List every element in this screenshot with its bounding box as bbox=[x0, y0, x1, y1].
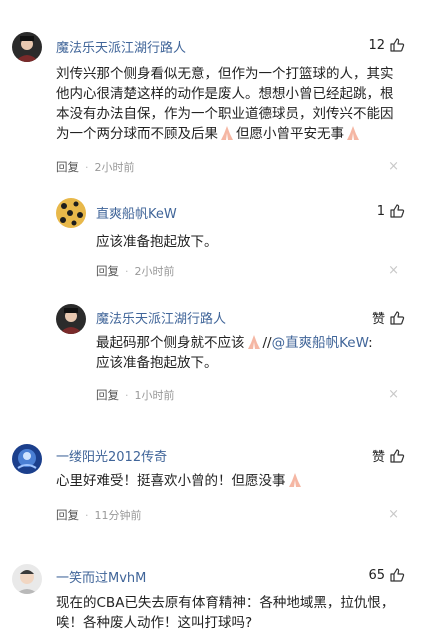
username[interactable]: 一缕阳光2012传奇 bbox=[56, 446, 167, 465]
avatar[interactable] bbox=[56, 198, 86, 228]
avatar[interactable] bbox=[12, 444, 42, 474]
like-count: 65 bbox=[368, 567, 385, 583]
like-label: 赞 bbox=[371, 312, 385, 327]
timestamp: 2小时前 bbox=[94, 161, 135, 174]
reply-button[interactable]: 回复 bbox=[96, 387, 119, 403]
pray-emoji-icon bbox=[247, 335, 260, 349]
username[interactable]: 一笑而过MvhM bbox=[56, 567, 146, 586]
reply-button[interactable]: 回复 bbox=[56, 507, 79, 523]
like-button[interactable]: 赞 bbox=[372, 308, 405, 327]
comment-meta: 回复 · 1小时前 bbox=[96, 387, 175, 403]
close-icon[interactable]: × bbox=[388, 263, 399, 278]
close-icon[interactable]: × bbox=[388, 507, 399, 522]
avatar-image-icon bbox=[56, 304, 86, 334]
timestamp: 11分钟前 bbox=[94, 509, 142, 522]
like-button[interactable]: 1 bbox=[377, 203, 405, 219]
pray-emoji-icon bbox=[347, 126, 359, 140]
user-mention-link[interactable]: @直爽船帆KeW bbox=[272, 335, 369, 351]
like-button[interactable]: 12 bbox=[368, 37, 405, 53]
avatar-image-icon bbox=[12, 32, 42, 62]
like-count: 12 bbox=[368, 37, 385, 53]
like-count: 1 bbox=[376, 203, 385, 219]
pray-emoji-icon bbox=[288, 473, 301, 487]
separator-dot: · bbox=[125, 264, 129, 278]
thumbs-up-icon bbox=[390, 448, 405, 463]
comment-meta: 回复 · 2小时前 bbox=[56, 159, 135, 175]
reply-button[interactable]: 回复 bbox=[96, 263, 119, 279]
thumbs-up-icon bbox=[390, 38, 405, 52]
separator-dot: · bbox=[125, 388, 129, 402]
timestamp: 2小时前 bbox=[134, 265, 175, 278]
like-label: 赞 bbox=[371, 450, 385, 465]
username[interactable]: 直爽船帆KeW bbox=[96, 203, 177, 222]
thumbs-up-icon bbox=[390, 310, 405, 325]
like-button[interactable]: 65 bbox=[368, 567, 405, 583]
comment-meta: 回复 · 2小时前 bbox=[96, 263, 175, 279]
username[interactable]: 魔法乐天派江湖行路人 bbox=[56, 37, 186, 56]
thumbs-up-icon bbox=[390, 204, 405, 218]
pray-emoji-icon bbox=[221, 126, 233, 140]
comment-text: 应该准备抱起放下。 bbox=[96, 234, 218, 250]
comment-text: 最起码那个侧身就不应该//@直爽船帆KeW: 应该准备抱起放下。 bbox=[96, 335, 373, 371]
separator-dot: · bbox=[85, 160, 89, 174]
avatar[interactable] bbox=[56, 304, 86, 334]
avatar-image-icon bbox=[12, 444, 42, 474]
thumbs-up-icon bbox=[390, 568, 405, 582]
like-button[interactable]: 赞 bbox=[372, 446, 405, 465]
close-icon[interactable]: × bbox=[388, 159, 399, 174]
username[interactable]: 魔法乐天派江湖行路人 bbox=[96, 308, 226, 327]
comment-meta: 回复 · 11分钟前 bbox=[56, 507, 142, 523]
comment-text: 心里好难受！挺喜欢小曾的！但愿没事 bbox=[56, 471, 406, 491]
reply-button[interactable]: 回复 bbox=[56, 159, 79, 175]
timestamp: 1小时前 bbox=[134, 389, 175, 402]
avatar-image-icon bbox=[56, 198, 86, 228]
avatar-image-icon bbox=[12, 564, 42, 594]
close-icon[interactable]: × bbox=[388, 387, 399, 402]
comment-text: 刘传兴那个侧身看似无意，但作为一个打篮球的人，其实 他内心很清楚这样的动作是废人… bbox=[56, 66, 394, 142]
separator-dot: · bbox=[85, 508, 89, 522]
avatar[interactable] bbox=[12, 32, 42, 62]
comment-text: 现在的CBA已失去原有体育精神：各种地域黑，拉仇恨， 唉！各种废人动作！这叫打球… bbox=[56, 595, 395, 631]
avatar[interactable] bbox=[12, 564, 42, 594]
